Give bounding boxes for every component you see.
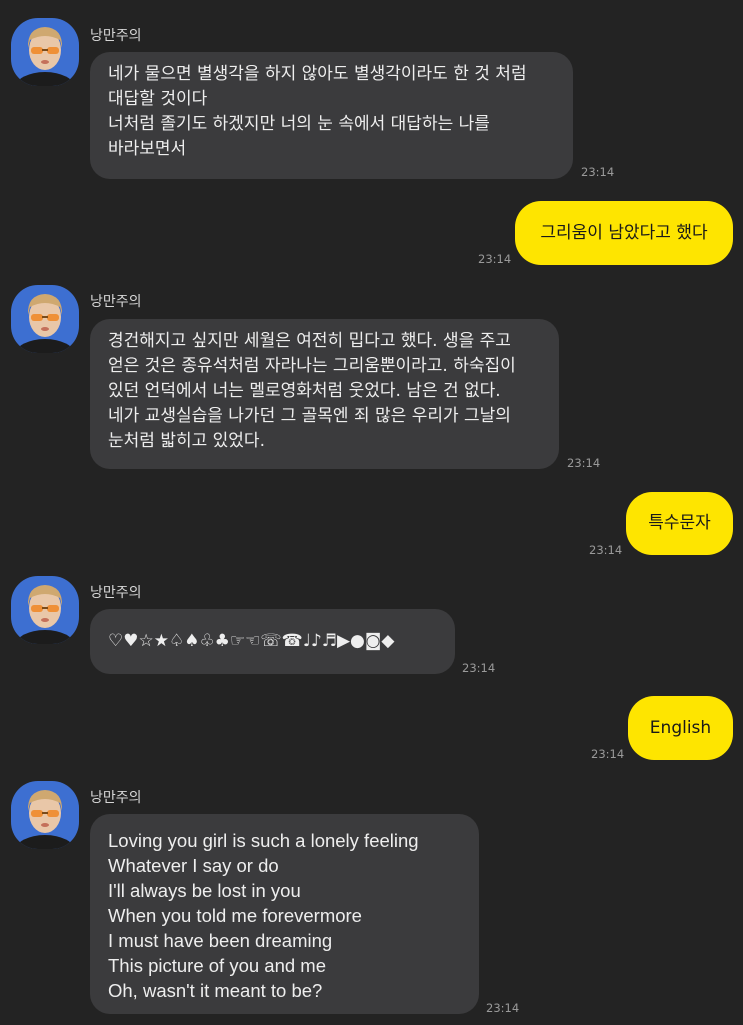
sender-name: 낭만주의 <box>90 294 142 310</box>
message-line: 경건해지고 싶지만 세월은 여전히 밉다고 했다. 생을 주고 <box>108 331 511 351</box>
message-line: 얻은 것은 종유석처럼 자라나는 그리움뿐이라고. 하숙집이 <box>108 356 516 376</box>
message-text: 특수문자 <box>648 513 711 533</box>
message-timestamp: 23:14 <box>589 543 623 557</box>
message-line: I'll always be lost in you <box>108 880 301 901</box>
sender-name: 낭만주의 <box>90 585 142 601</box>
message-bubble[interactable]: 경건해지고 싶지만 세월은 여전히 밉다고 했다. 생을 주고 얻은 것은 종유… <box>90 319 559 469</box>
message-timestamp: 23:14 <box>462 661 496 675</box>
message-bubble[interactable]: 네가 물으면 별생각을 하지 않아도 별생각이라도 한 것 처럼 대답할 것이다… <box>90 52 573 179</box>
message-timestamp: 23:14 <box>478 252 512 266</box>
profile-photo-icon <box>11 576 79 644</box>
message-bubble[interactable]: Loving you girl is such a lonely feeling… <box>90 814 479 1014</box>
message-line: When you told me forevermore <box>108 905 362 926</box>
avatar[interactable] <box>11 18 79 86</box>
message-line: 너처럼 졸기도 하겠지만 너의 눈 속에서 대답하는 나를 <box>108 114 490 134</box>
avatar[interactable] <box>11 285 79 353</box>
sender-name: 낭만주의 <box>90 28 142 44</box>
message-line: Loving you girl is such a lonely feeling <box>108 830 419 851</box>
avatar[interactable] <box>11 576 79 644</box>
message-bubble[interactable]: ♡♥☆★♤♠♧♣☞☜☏☎♩♪♬▶●◙◆ <box>90 609 455 674</box>
message-line: 대답할 것이다 <box>108 89 208 109</box>
profile-photo-icon <box>11 781 79 849</box>
message-line: 네가 물으면 별생각을 하지 않아도 별생각이라도 한 것 처럼 <box>108 64 527 84</box>
special-characters-text: ♡♥☆★♤♠♧♣☞☜☏☎♩♪♬▶●◙◆ <box>108 631 395 651</box>
message-line: 있던 언덕에서 너는 멜로영화처럼 웃었다. 남은 건 없다. <box>108 381 501 401</box>
message-text: 그리움이 남았다고 했다 <box>540 222 708 243</box>
message-line: 바라보면서 <box>108 139 187 159</box>
message-timestamp: 23:14 <box>591 747 625 761</box>
profile-photo-icon <box>11 285 79 353</box>
outgoing-message-bubble[interactable]: 특수문자 <box>626 492 733 555</box>
message-timestamp: 23:14 <box>567 456 601 470</box>
message-line: 네가 교생실습을 나가던 그 골목엔 죄 많은 우리가 그날의 <box>108 406 511 426</box>
message-timestamp: 23:14 <box>486 1001 520 1015</box>
message-line: 눈처럼 밟히고 있었다. <box>108 431 265 451</box>
profile-photo-icon <box>11 18 79 86</box>
message-line: Whatever I say or do <box>108 855 279 876</box>
sender-name: 낭만주의 <box>90 790 142 806</box>
avatar[interactable] <box>11 781 79 849</box>
message-timestamp: 23:14 <box>581 165 615 179</box>
message-line: This picture of you and me <box>108 955 326 976</box>
outgoing-message-bubble[interactable]: English <box>628 696 733 760</box>
outgoing-message-bubble[interactable]: 그리움이 남았다고 했다 <box>515 201 733 265</box>
message-text: English <box>649 717 712 738</box>
message-line: Oh, wasn't it meant to be? <box>108 980 323 1001</box>
message-line: I must have been dreaming <box>108 930 333 951</box>
